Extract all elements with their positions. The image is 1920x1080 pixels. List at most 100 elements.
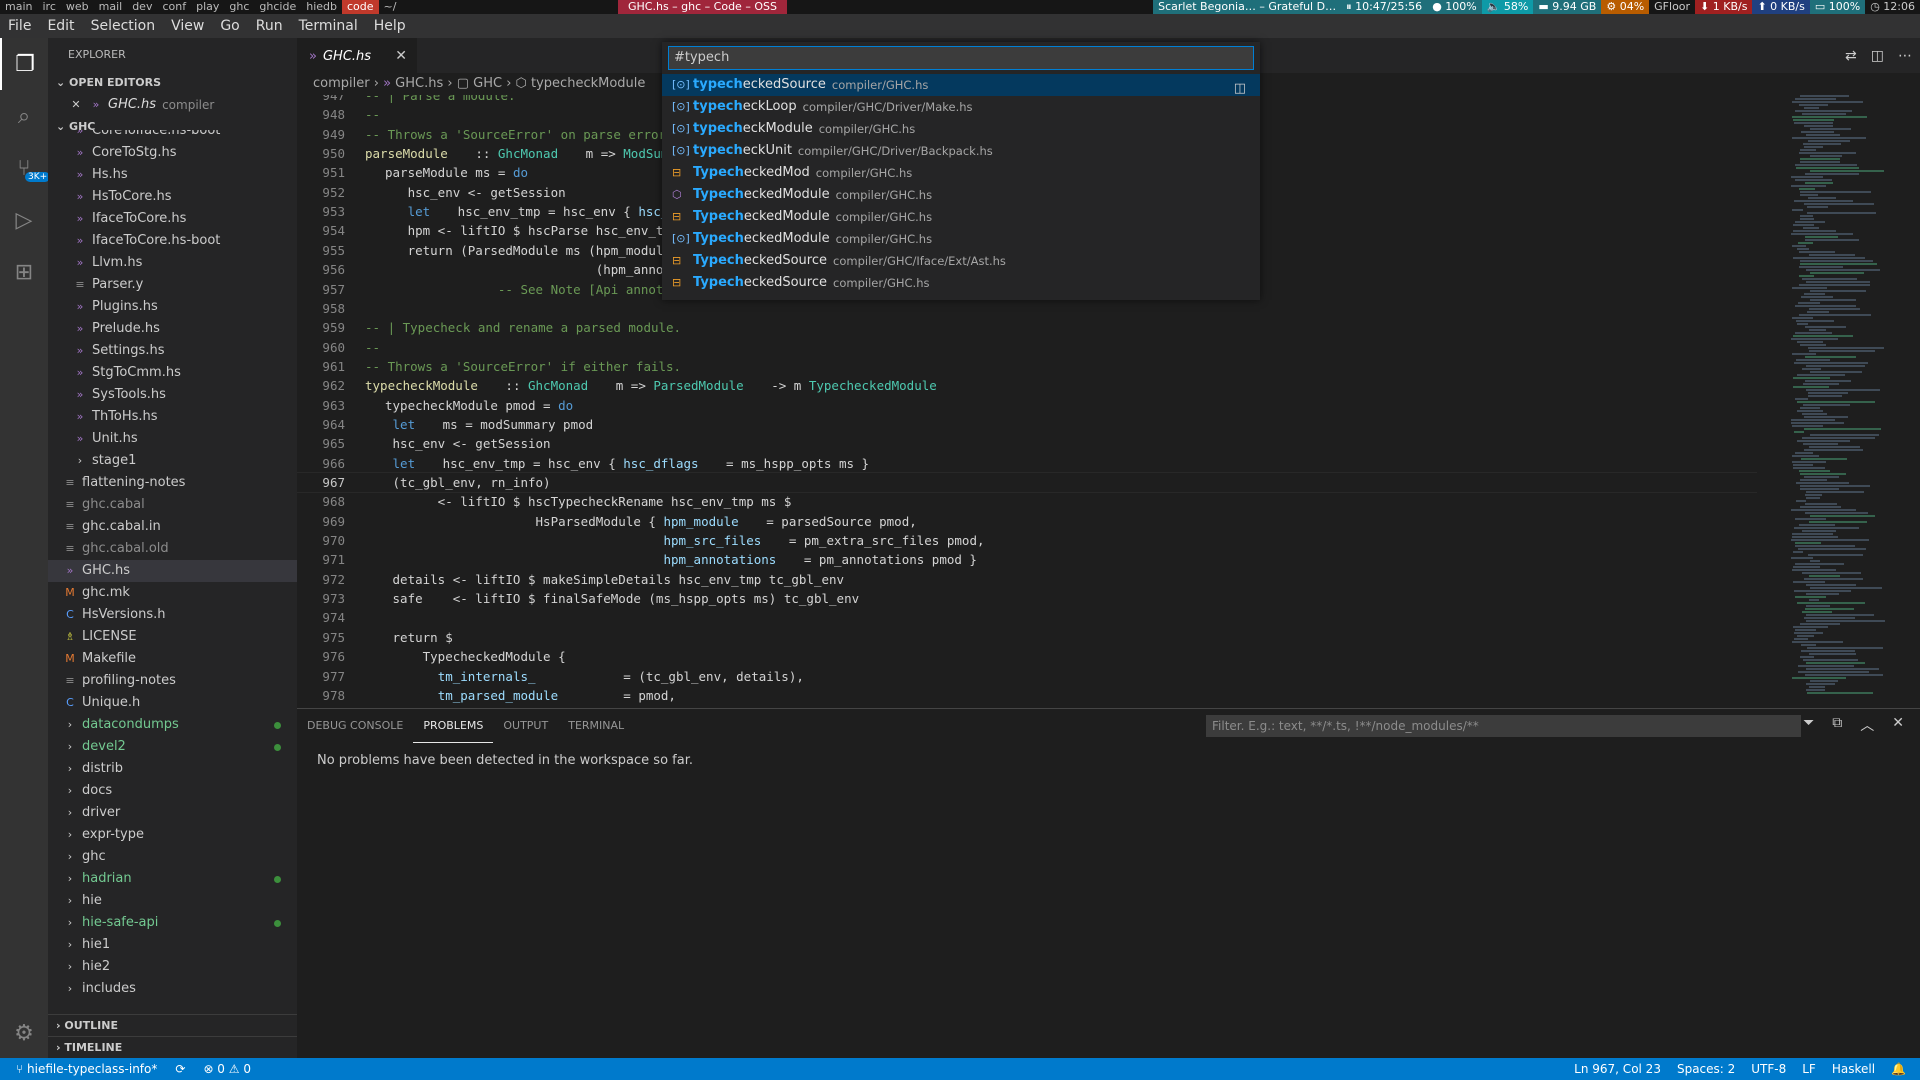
file-item[interactable]: » ThToHs.hs <box>48 406 297 428</box>
quick-pick-item[interactable]: [⊙] Typech eckedModule compiler/GHC.hs <box>662 228 1260 250</box>
tab-ghc-hs[interactable]: » GHC.hs ✕ <box>297 38 417 73</box>
folder-item[interactable]: › docs <box>48 780 297 802</box>
workspace-main[interactable]: main <box>0 0 37 14</box>
quick-pick-item[interactable]: ⊟ Typech eckedSource compiler/GHC.hs <box>662 272 1260 294</box>
file-item[interactable]: » StgToCmm.hs <box>48 362 297 384</box>
more-actions-icon[interactable]: ⋯ <box>1898 48 1912 64</box>
code-line[interactable]: 949 -- Throws a 'SourceError' on parse er… <box>297 125 673 144</box>
code-line[interactable]: 963 typecheckModule pmod = do <box>297 396 573 415</box>
code-line[interactable]: 959 -- | Typecheck and rename a parsed mo… <box>297 318 681 337</box>
search-icon[interactable]: ⌕ <box>0 90 48 142</box>
git-branch[interactable]: ⑂ hiefile-typeclass-info* <box>16 1062 157 1076</box>
file-item[interactable]: » IfaceToCore.hs <box>48 208 297 230</box>
code-line[interactable]: 969 HsParsedModule { hpm_module = parsed… <box>297 512 916 531</box>
panel-tab-debug-console[interactable]: DEBUG CONSOLE <box>297 709 413 743</box>
breadcrumb-item[interactable]: GHC.hs <box>395 76 443 91</box>
open-editors-header[interactable]: ⌄ OPEN EDITORS <box>48 72 297 94</box>
panel-tab-terminal[interactable]: TERMINAL <box>558 709 634 743</box>
file-item[interactable]: » CoreToIface.hs-boot <box>48 130 297 142</box>
outline-header[interactable]: › OUTLINE <box>48 1014 297 1036</box>
close-icon[interactable]: ✕ <box>68 94 84 116</box>
code-line[interactable]: 957 -- See Note [Api annotation <box>297 280 701 299</box>
split-editor-icon[interactable]: ◫ <box>1871 48 1884 64</box>
file-item[interactable]: » Hs.hs <box>48 164 297 186</box>
sync-icon[interactable]: ⟳ <box>175 1062 185 1076</box>
file-item[interactable]: » HsToCore.hs <box>48 186 297 208</box>
close-panel-icon[interactable]: ✕ <box>1892 715 1904 735</box>
code-line[interactable]: 964 let ms = modSummary pmod <box>297 415 593 434</box>
panel-tab-output[interactable]: OUTPUT <box>493 709 558 743</box>
code-line[interactable]: 953 let hsc_env_tmp = hsc_env { hsc_dfla… <box>297 202 713 221</box>
file-item[interactable]: ≡ ghc.cabal.old <box>48 538 297 560</box>
code-line[interactable]: 966 let hsc_env_tmp = hsc_env { hsc_dfla… <box>297 454 869 473</box>
menu-help[interactable]: Help <box>366 18 414 34</box>
open-changes-icon[interactable]: ⇄ <box>1845 48 1857 64</box>
workspace-hiedb[interactable]: hiedb <box>301 0 342 14</box>
workspace-ghcide[interactable]: ghcide <box>254 0 301 14</box>
code-line[interactable]: 951 parseModule ms = do <box>297 163 528 182</box>
file-item[interactable]: C HsVersions.h <box>48 604 297 626</box>
cursor-position[interactable]: Ln 967, Col 23 <box>1574 1062 1661 1076</box>
folder-item[interactable]: › hie <box>48 890 297 912</box>
music-track[interactable]: Scarlet Begonia… – Grateful D… <box>1153 0 1342 14</box>
code-line[interactable]: 970 hpm_src_files = pm_extra_src_files p… <box>297 531 984 550</box>
file-item[interactable]: » CoreToStg.hs <box>48 142 297 164</box>
open-editor-item[interactable]: ✕ » GHC.hs compiler <box>48 94 297 116</box>
code-line[interactable]: 952 hsc_env <- getSession <box>297 183 565 202</box>
workspace-irc[interactable]: irc <box>37 0 60 14</box>
quick-pick-input[interactable]: #typech <box>668 46 1254 70</box>
file-item[interactable]: ≡ ghc.cabal <box>48 494 297 516</box>
file-item[interactable]: M Makefile <box>48 648 297 670</box>
quick-pick-item[interactable]: ⊟ Typech eckedMod compiler/GHC.hs <box>662 162 1260 184</box>
problems-count[interactable]: ⊗ 0 ⚠ 0 <box>203 1062 251 1076</box>
breadcrumb-item[interactable]: typecheckModule <box>531 76 645 91</box>
folder-item[interactable]: › ghc <box>48 846 297 868</box>
minimap[interactable] <box>1787 95 1917 708</box>
workspace-mail[interactable]: mail <box>94 0 128 14</box>
code-line[interactable]: 977 tm_internals_ = (tc_gbl_env, details… <box>297 667 803 686</box>
breadcrumb-item[interactable]: GHC <box>473 76 502 91</box>
panel-tab-problems[interactable]: PROBLEMS <box>413 709 494 743</box>
code-line[interactable]: 954 hpm <- liftIO $ hscParse hsc_env_tmp… <box>297 221 701 240</box>
code-line[interactable]: 956 (hpm_annotation <box>297 260 708 279</box>
code-line[interactable]: 971 hpm_annotations = pm_annotations pmo… <box>297 550 977 569</box>
file-item[interactable]: ≡ ghc.cabal.in <box>48 516 297 538</box>
folder-item[interactable]: › hadrian <box>48 868 297 890</box>
folder-item[interactable]: › distrib <box>48 758 297 780</box>
workspace-code[interactable]: code <box>341 0 379 14</box>
file-item[interactable]: » Settings.hs <box>48 340 297 362</box>
file-item[interactable]: » Unit.hs <box>48 428 297 450</box>
quick-pick-item[interactable]: ⊟ Typech eckedSource compiler/GHC/Iface/Ext… <box>662 250 1260 272</box>
folder-item[interactable]: › stage1 <box>48 450 297 472</box>
quick-pick-item[interactable]: [⊙] typech eckModule compiler/GHC.hs <box>662 118 1260 140</box>
menu-terminal[interactable]: Terminal <box>291 18 366 34</box>
workspace-play[interactable]: play <box>191 0 224 14</box>
code-line[interactable]: 973 safe <- liftIO $ finalSafeMode (ms_h… <box>297 589 859 608</box>
file-item[interactable]: » SysTools.hs <box>48 384 297 406</box>
code-line[interactable]: 978 tm_parsed_module = pmod, <box>297 686 676 705</box>
file-item[interactable]: Mghc.mk <box>48 582 297 604</box>
code-line[interactable]: 965 hsc_env <- getSession <box>297 434 550 453</box>
quick-pick-item[interactable]: ⬡ Typech eckedModule compiler/GHC.hs <box>662 184 1260 206</box>
code-line[interactable]: 967 (tc_gbl_env, rn_info) <box>297 472 1757 493</box>
menu-view[interactable]: View <box>163 18 212 34</box>
workspace-dev[interactable]: dev <box>127 0 157 14</box>
file-item[interactable]: » Plugins.hs <box>48 296 297 318</box>
workspace-web[interactable]: web <box>61 0 94 14</box>
extensions-icon[interactable]: ⊞ <box>0 246 48 298</box>
file-item[interactable]: ≡ profiling-notes <box>48 670 297 692</box>
code-line[interactable]: 975 return $ <box>297 628 452 647</box>
menu-file[interactable]: File <box>0 18 39 34</box>
workspace-ghc[interactable]: ghc <box>224 0 254 14</box>
close-tab-icon[interactable]: ✕ <box>395 48 407 64</box>
file-item[interactable]: » GHC.hs <box>48 560 297 582</box>
indentation[interactable]: Spaces: 2 <box>1677 1062 1735 1076</box>
language-mode[interactable]: Haskell <box>1832 1062 1875 1076</box>
code-line[interactable]: 955 return (ParsedModule ms (hpm_module … <box>297 241 701 260</box>
end-of-line[interactable]: LF <box>1802 1062 1816 1076</box>
settings-gear-icon[interactable]: ⚙ <box>0 1008 48 1058</box>
breadcrumb-item[interactable]: compiler <box>313 76 370 91</box>
code-line[interactable]: 958 <box>297 299 385 318</box>
collapse-all-icon[interactable]: ⧉ <box>1832 715 1842 735</box>
code-line[interactable]: 974 <box>297 608 385 627</box>
